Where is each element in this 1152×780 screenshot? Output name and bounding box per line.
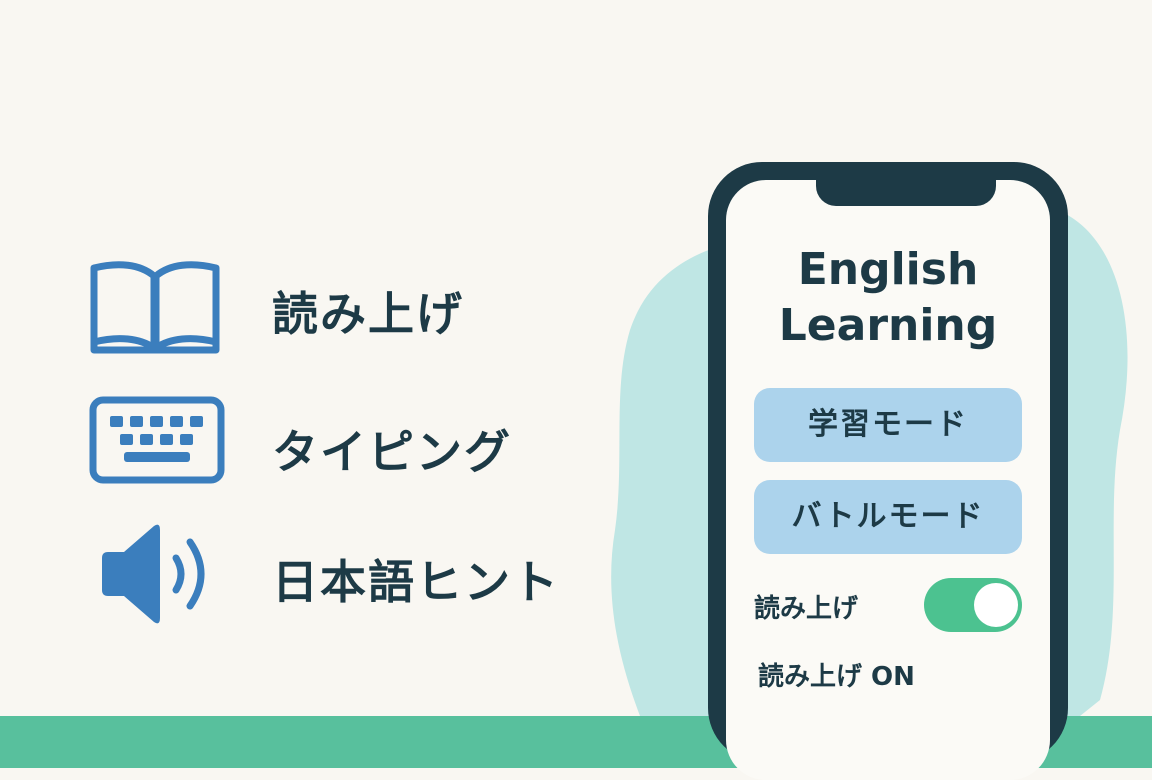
app-title: English Learning xyxy=(726,242,1050,354)
phone-screen: English Learning 学習モード バトルモード 読み上げ 読み上げ … xyxy=(726,180,1050,780)
feature-label: タイピング xyxy=(272,425,512,479)
feature-typing: タイピング xyxy=(88,394,608,494)
toggle-knob xyxy=(974,583,1018,627)
app-title-line1: English xyxy=(797,244,979,295)
read-aloud-toggle-label: 読み上げ xyxy=(754,594,859,624)
app-title-line2: Learning xyxy=(778,300,998,351)
feature-label: 日本語ヒント xyxy=(272,555,560,609)
read-aloud-status: 読み上げ ON xyxy=(758,662,915,692)
read-aloud-toggle[interactable] xyxy=(924,578,1022,632)
feature-label: 読み上げ xyxy=(272,287,464,341)
speaker-icon xyxy=(102,524,205,624)
keyboard-icon xyxy=(89,396,225,484)
feature-read-aloud: 読み上げ xyxy=(88,256,608,356)
open-book-icon xyxy=(90,261,220,354)
read-aloud-toggle-row: 読み上げ xyxy=(754,578,1026,634)
phone-frame: English Learning 学習モード バトルモード 読み上げ 読み上げ … xyxy=(708,162,1068,780)
phone-notch xyxy=(816,180,996,206)
battle-mode-button[interactable]: バトルモード xyxy=(754,480,1022,554)
feature-japanese-hint: 日本語ヒント xyxy=(88,524,608,624)
learn-mode-button[interactable]: 学習モード xyxy=(754,388,1022,462)
